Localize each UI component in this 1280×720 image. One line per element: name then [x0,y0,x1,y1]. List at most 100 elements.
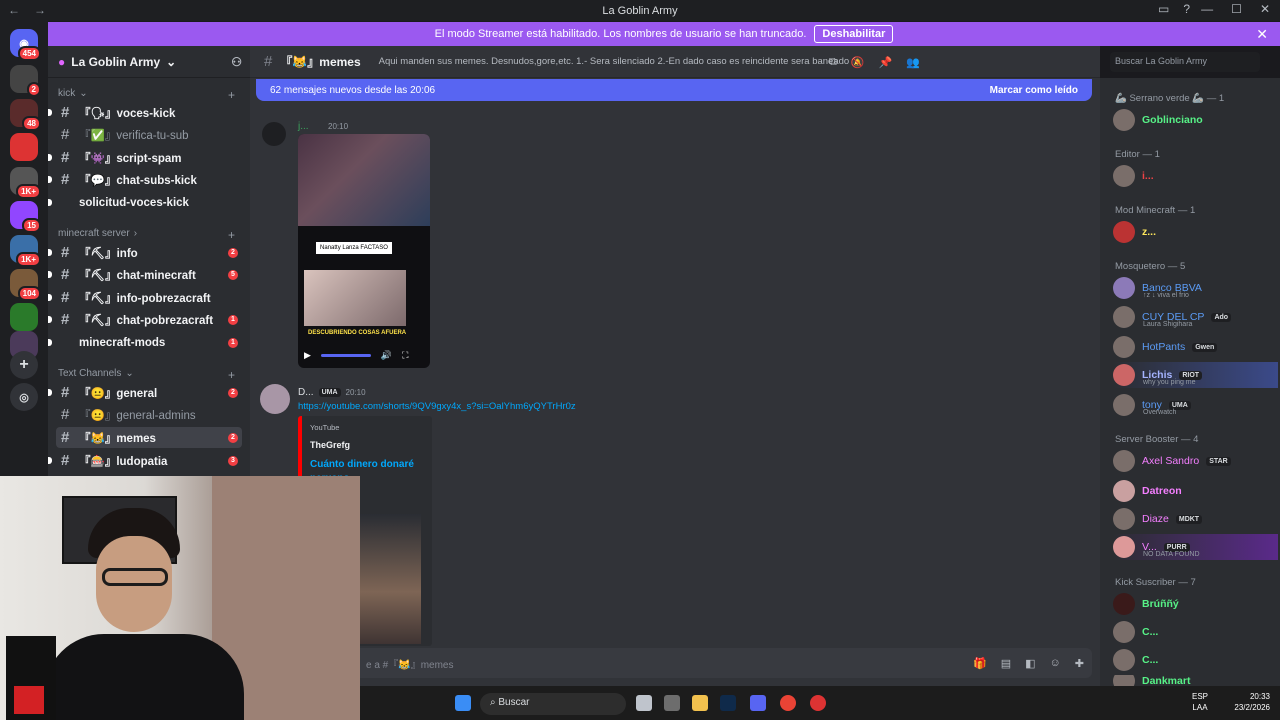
emoji-icon[interactable]: ☺ [1050,657,1061,670]
message-input[interactable]: e a #『😹』memes 🎁 ▤ ◧ ☺ ✚ [256,648,1092,678]
server-icon[interactable]: 1K+ [10,235,41,267]
inbox-icon[interactable]: ▭ [1158,2,1169,16]
unread-indicator [48,176,52,183]
play-icon[interactable]: ▶ [304,350,311,361]
disable-streamer-button[interactable]: Deshabilitar [814,25,894,43]
hash-icon: # [61,406,70,423]
category-text-channels[interactable]: Text Channels ⌄ + [58,368,235,382]
search-input[interactable]: Buscar La Goblin Army [1110,52,1260,72]
volume-icon[interactable]: 🔊 [381,350,392,361]
explore-icon[interactable]: ◎ [10,383,38,411]
video-subtitle: DESCUBRIENDO COSAS AFUERA [308,330,407,336]
message-author[interactable]: j... [298,121,309,132]
chrome-icon[interactable] [780,695,796,711]
windows-start-icon[interactable] [455,695,471,711]
channel-ludopatia[interactable]: # 『🎰』ludopatia 3 [48,450,250,471]
server-header[interactable]: ● La Goblin Army ⌄ ⚇ [48,46,250,78]
channel-solicitud[interactable]: solicitud-voces-kick [48,192,250,213]
app-icon[interactable] [810,695,826,711]
forward-icon[interactable]: → [34,3,46,17]
member-item[interactable]: Datreon [1113,478,1278,504]
category-kick[interactable]: kick ⌄ + [58,88,235,102]
add-server-icon[interactable]: + [10,351,38,379]
server-icon[interactable]: 2 [10,65,41,97]
invite-icon[interactable]: ⚇ [231,55,242,69]
fullscreen-icon[interactable]: ⛶ [402,350,408,361]
close-icon[interactable]: ✕ [1256,26,1268,43]
avatar[interactable] [262,122,286,146]
embed-author[interactable]: TheGrefg [310,440,424,450]
twitch-server-icon[interactable]: 15 [10,201,41,233]
close-button[interactable]: ✕ [1260,2,1270,16]
task-view-icon[interactable] [636,695,652,711]
add-channel-icon[interactable]: + [228,88,235,102]
discord-icon[interactable] [750,695,766,711]
app-icon[interactable] [664,695,680,711]
apps-icon[interactable]: ✚ [1075,657,1084,670]
photoshop-icon[interactable] [720,695,736,711]
channel-chat-pobrezacraft[interactable]: # 『⛏』chat-pobrezacraft 1 [48,309,250,330]
gift-icon[interactable]: 🎁 [973,657,987,670]
member-item[interactable]: z... [1113,219,1278,245]
input-language[interactable]: ESP LAA [1192,691,1208,713]
member-item[interactable]: Axel Sandro STAR [1113,448,1278,474]
server-icon[interactable]: 104 [10,269,41,301]
new-messages-bar[interactable]: 62 mensajes nuevos desde las 20:06 Marca… [256,79,1092,101]
maximize-button[interactable]: ☐ [1231,2,1242,16]
channel-memes[interactable]: # 『😹』memes 2 [56,427,242,448]
message-link[interactable]: https://youtube.com/shorts/9QV9gxy4x_s?s… [298,401,576,412]
notification-bell-icon[interactable]: 🔕 [851,56,865,69]
sticker-icon[interactable]: ◧ [1025,657,1035,670]
member-item[interactable]: i... [1113,163,1278,189]
back-icon[interactable]: ← [8,3,20,17]
member-item[interactable]: Brúññý [1113,591,1278,617]
dm-home-icon[interactable]: ◉ 454 [10,29,41,61]
channel-voces-kick[interactable]: # 『🗣』voces-kick [48,102,250,123]
server-icon[interactable]: 1K+ [10,167,41,199]
embed-thumbnail[interactable] [360,514,421,644]
channel-minecraft-mods[interactable]: minecraft-mods 1 [48,332,250,353]
channel-topic[interactable]: Aqui manden sus memes. Desnudos,gore,etc… [379,56,850,67]
members-icon[interactable]: 👥 [906,56,920,69]
message-author[interactable]: D... [298,387,314,398]
channel-general[interactable]: # 『😐』general 2 [48,382,250,403]
video-attachment[interactable]: Nanatty Lanza FACTASO DESCUBRIENDO COSAS… [298,134,430,368]
member-item[interactable]: Diaze MDKT [1113,506,1278,532]
add-channel-icon[interactable]: + [228,368,235,382]
file-explorer-icon[interactable] [692,695,708,711]
server-icon[interactable] [10,133,38,161]
channel-chat-subs-kick[interactable]: # 『💬』chat-subs-kick [48,169,250,190]
category-minecraft[interactable]: minecraft server › + [58,228,235,242]
member-item[interactable]: HotPants Gwen [1113,334,1278,360]
clock[interactable]: 20:33 23/2/2026 [1234,691,1270,713]
threads-icon[interactable]: ⧉ [829,56,837,69]
member-item[interactable]: Dankmart [1113,675,1278,686]
channel-info[interactable]: # 『⛏』info 2 [48,242,250,263]
progress-bar[interactable] [320,353,371,357]
server-icon[interactable]: 48 [10,99,41,131]
member-item[interactable]: CUY DEL CP Ado Laura Shigihara [1113,304,1278,330]
member-item[interactable]: Banco BBVA ↑z ↓ viva el frio [1113,275,1278,301]
member-item[interactable]: C... [1113,619,1278,645]
help-icon[interactable]: ? [1183,2,1190,16]
server-icon[interactable] [10,303,38,331]
mark-read-button[interactable]: Marcar como leído [990,85,1078,96]
channel-script-spam[interactable]: # 『👾』script-spam [48,147,250,168]
avatar [1113,109,1135,131]
hash-icon: # [61,311,70,328]
avatar[interactable] [260,384,290,414]
channel-chat-minecraft[interactable]: # 『⛏』chat-minecraft 5 [48,264,250,285]
member-item[interactable]: V... PURR NO DATA FOUND [1113,534,1278,560]
gif-icon[interactable]: ▤ [1001,657,1011,670]
channel-info-pobrezacraft[interactable]: # 『⛏』info-pobrezacraft [48,287,250,308]
taskbar-search[interactable]: ⌕ Buscar [480,693,626,715]
member-item[interactable]: C... [1113,647,1278,673]
minimize-button[interactable]: — [1201,2,1213,16]
member-item[interactable]: Goblinciano [1113,107,1278,133]
member-item[interactable]: tony UMA Overwatch [1113,392,1278,418]
pin-icon[interactable]: 📌 [879,56,893,69]
channel-general-admins[interactable]: # 『😐』general-admins [48,404,250,425]
channel-verifica[interactable]: # 『✅』verifica-tu-sub [48,124,250,145]
member-item[interactable]: Lichis RIOT why you ping me [1113,362,1278,388]
add-channel-icon[interactable]: + [228,228,235,242]
